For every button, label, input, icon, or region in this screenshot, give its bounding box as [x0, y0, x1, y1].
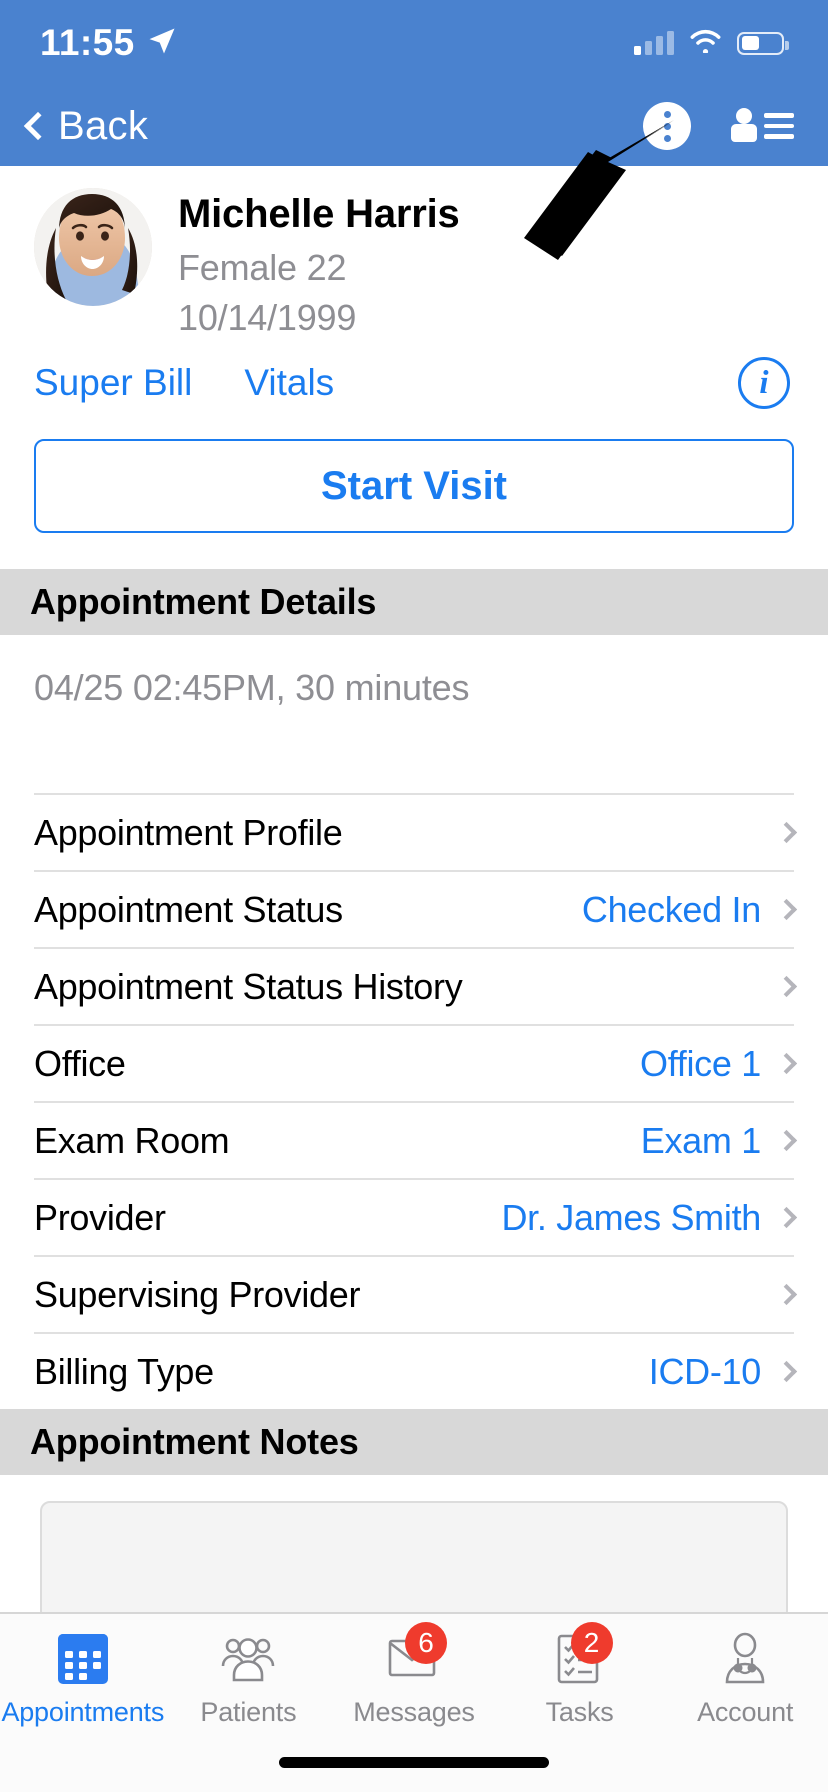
- info-icon[interactable]: i: [738, 357, 790, 409]
- checklist-icon: 2: [549, 1622, 613, 1688]
- patient-dob: 10/14/1999: [178, 297, 357, 338]
- row-label: Exam Room: [34, 1119, 230, 1161]
- super-bill-link[interactable]: Super Bill: [34, 362, 192, 404]
- cellular-signal-icon: [634, 31, 674, 55]
- table-row[interactable]: Provider Dr. James Smith: [34, 1178, 798, 1255]
- tasks-badge: 2: [570, 1622, 613, 1664]
- tab-patients[interactable]: Patients: [166, 1630, 332, 1728]
- chevron-right-icon: [775, 821, 798, 844]
- calendar-icon: [52, 1630, 114, 1688]
- status-bar-right: [634, 28, 789, 58]
- row-value: Exam 1: [640, 1119, 762, 1161]
- tab-label: Appointments: [1, 1697, 165, 1727]
- patient-name: Michelle Harris: [178, 192, 460, 236]
- appointment-time-spacer: [0, 709, 828, 793]
- table-row[interactable]: Appointment Status History: [34, 947, 798, 1024]
- nav-bar: Back: [0, 86, 828, 166]
- location-arrow-icon: [147, 26, 177, 61]
- appointment-details-rows: Appointment Profile Appointment Status C…: [0, 793, 828, 1409]
- row-label: Appointment Status: [34, 888, 343, 930]
- tab-messages[interactable]: 6 Messages: [331, 1622, 497, 1728]
- patient-header: Michelle Harris Female 22 10/14/1999 Sup…: [0, 166, 828, 533]
- row-label: Billing Type: [34, 1350, 214, 1392]
- appointment-notes-input[interactable]: [40, 1501, 788, 1621]
- patient-summary: Michelle Harris Female 22 10/14/1999: [34, 188, 794, 339]
- row-value: Checked In: [581, 888, 761, 930]
- row-label: Appointment Profile: [34, 811, 343, 853]
- tab-account[interactable]: Account: [662, 1630, 828, 1728]
- person-list-icon[interactable]: [731, 108, 794, 144]
- vitals-link[interactable]: Vitals: [244, 362, 334, 404]
- table-row[interactable]: Office Office 1: [34, 1024, 798, 1101]
- wifi-icon: [689, 28, 722, 58]
- chevron-right-icon: [775, 975, 798, 998]
- envelope-icon: 6: [383, 1622, 447, 1688]
- doctor-icon: [714, 1630, 776, 1688]
- table-row[interactable]: Billing Type ICD-10: [34, 1332, 798, 1409]
- tab-appointments[interactable]: Appointments: [0, 1630, 166, 1728]
- appointment-time-summary: 04/25 02:45PM, 30 minutes: [34, 667, 470, 708]
- table-row[interactable]: Exam Room Exam 1: [34, 1101, 798, 1178]
- status-bar-left: 11:55: [40, 22, 177, 64]
- people-icon: [217, 1630, 279, 1688]
- appointment-notes-body: [0, 1475, 828, 1621]
- tab-label: Patients: [200, 1697, 297, 1727]
- bottom-tab-bar: Appointments Patients 6 Messages 2 Tasks…: [0, 1612, 828, 1792]
- appointment-details-header: Appointment Details: [0, 569, 828, 635]
- battery-icon: [737, 31, 789, 55]
- row-value: Dr. James Smith: [501, 1196, 761, 1238]
- patient-quick-links: Super Bill Vitals i: [34, 357, 794, 409]
- tab-label: Messages: [353, 1697, 475, 1727]
- appointment-notes-header: Appointment Notes: [0, 1409, 828, 1475]
- status-bar: 11:55: [0, 0, 828, 86]
- person-glyph: [731, 108, 757, 144]
- row-label: Appointment Status History: [34, 965, 463, 1007]
- chevron-right-icon: [775, 1206, 798, 1229]
- messages-badge: 6: [404, 1622, 447, 1664]
- start-visit-button[interactable]: Start Visit: [34, 439, 794, 533]
- home-indicator: [279, 1757, 549, 1768]
- list-lines-glyph: [764, 113, 794, 139]
- row-value: ICD-10: [648, 1350, 762, 1392]
- patient-avatar[interactable]: [34, 188, 152, 306]
- tab-tasks[interactable]: 2 Tasks: [497, 1622, 663, 1728]
- patient-info: Michelle Harris Female 22 10/14/1999: [178, 188, 460, 339]
- table-row[interactable]: Appointment Profile: [34, 793, 798, 870]
- tab-label: Account: [697, 1697, 794, 1727]
- tab-label: Tasks: [545, 1697, 614, 1727]
- chevron-right-icon: [775, 1283, 798, 1306]
- patient-gender-age: Female 22: [178, 247, 347, 288]
- header-spacer: [0, 533, 828, 569]
- chevron-left-icon: [23, 111, 53, 141]
- chevron-right-icon: [775, 898, 798, 921]
- chevron-right-icon: [775, 1360, 798, 1383]
- row-label: Office: [34, 1042, 126, 1084]
- chevron-right-icon: [775, 1129, 798, 1152]
- nav-bar-actions: [643, 102, 794, 150]
- row-label: Provider: [34, 1196, 166, 1238]
- table-row[interactable]: Appointment Status Checked In: [34, 870, 798, 947]
- row-value: Office 1: [640, 1042, 761, 1084]
- status-bar-time: 11:55: [40, 22, 135, 63]
- chevron-right-icon: [775, 1052, 798, 1075]
- back-button-label: Back: [58, 103, 149, 148]
- table-row[interactable]: Supervising Provider: [34, 1255, 798, 1332]
- row-label: Supervising Provider: [34, 1273, 361, 1315]
- kebab-menu-icon[interactable]: [643, 102, 691, 150]
- back-button[interactable]: Back: [22, 104, 148, 149]
